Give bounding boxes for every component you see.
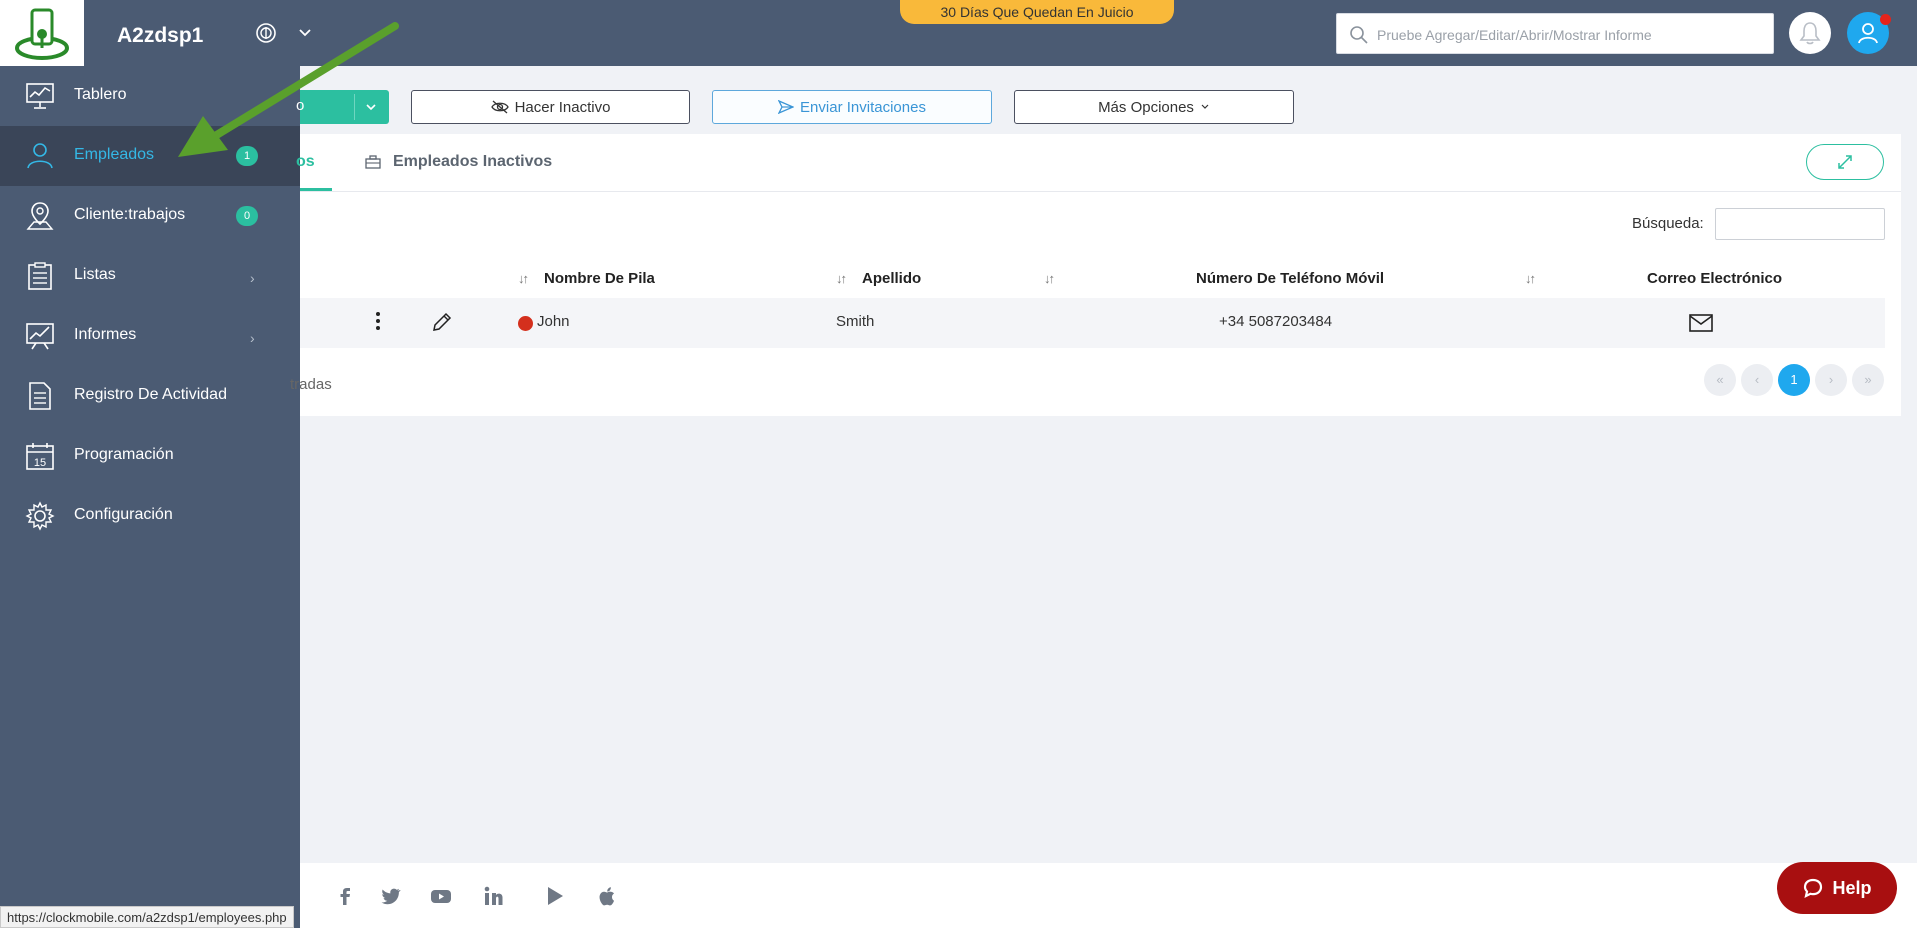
edit-icon[interactable]: [430, 310, 454, 334]
make-inactive-button[interactable]: Hacer Inactivo: [411, 90, 690, 124]
first-name-cell: John: [537, 313, 570, 330]
tab-divider: [300, 191, 1901, 192]
gear-icon: [25, 501, 55, 531]
more-options-label: Más Opciones: [1098, 98, 1194, 116]
apple-icon[interactable]: [597, 885, 619, 907]
sort-icon[interactable]: ↓↑: [1044, 271, 1055, 286]
search-icon: [1350, 26, 1368, 44]
sidebar-item-label: Registro De Actividad: [74, 386, 227, 403]
more-options-button[interactable]: Más Opciones: [1014, 90, 1294, 124]
sidebar-item-configuracion[interactable]: Configuración: [0, 486, 300, 546]
sidebar: Tablero Empleados 1 Cliente:trabajos 0 L…: [0, 66, 300, 928]
last-name-cell: Smith: [836, 313, 875, 330]
sidebar-item-listas[interactable]: Listas ›: [0, 246, 300, 306]
column-header-mobile[interactable]: Número De Teléfono Móvil: [1196, 270, 1384, 287]
chevron-down-icon[interactable]: [364, 100, 378, 114]
sidebar-item-label: Cliente:trabajos: [74, 206, 186, 223]
calendar-day: 15: [34, 457, 46, 469]
send-invitations-button[interactable]: Enviar Invitaciones: [712, 90, 992, 124]
play-store-icon[interactable]: [544, 885, 566, 907]
global-search[interactable]: [1336, 13, 1774, 54]
sidebar-item-label: Empleados: [74, 146, 155, 163]
mail-icon[interactable]: [1688, 313, 1714, 333]
send-invitations-label: Enviar Invitaciones: [800, 98, 926, 116]
chevron-down-icon: [1201, 104, 1209, 109]
youtube-icon[interactable]: [430, 885, 452, 907]
footer: [300, 863, 1917, 928]
pagination-last[interactable]: »: [1852, 364, 1884, 396]
table-search-label: Búsqueda:: [1632, 215, 1704, 232]
dashboard-icon: [26, 83, 54, 109]
eye-off-icon: [490, 100, 509, 114]
company-name[interactable]: A2zdsp1: [117, 24, 203, 48]
status-bar-url: https://clockmobile.com/a2zdsp1/employee…: [0, 906, 294, 928]
logo-icon: [15, 8, 69, 60]
sidebar-item-label: Listas: [74, 266, 116, 283]
map-pin-icon: [26, 202, 54, 230]
sort-icon[interactable]: ↓↑: [518, 271, 529, 286]
currency-icon[interactable]: [255, 22, 277, 44]
briefcase-icon: [365, 155, 381, 169]
pagination-prev[interactable]: ‹: [1741, 364, 1773, 396]
count-badge: 1: [236, 146, 258, 166]
employees-panel: os Empleados Inactivos Búsqueda: ↓↑ Nomb…: [290, 134, 1901, 416]
bell-icon: [1799, 22, 1821, 45]
add-button-label: o: [296, 97, 305, 114]
calendar-icon: 15: [26, 443, 54, 470]
entries-info: tradas: [290, 376, 332, 393]
chevron-down-icon[interactable]: [298, 26, 312, 40]
table-search-input[interactable]: [1715, 208, 1885, 240]
sidebar-item-label: Informes: [74, 326, 137, 343]
help-button[interactable]: Help: [1777, 862, 1897, 914]
column-header-last-name[interactable]: Apellido: [862, 270, 921, 287]
sidebar-item-tablero[interactable]: Tablero: [0, 66, 300, 126]
send-icon: [778, 100, 795, 114]
search-input[interactable]: [1375, 22, 1759, 48]
mobile-cell: +34 5087203484: [1219, 313, 1333, 330]
facebook-icon[interactable]: [334, 885, 356, 907]
count-badge: 0: [236, 206, 258, 226]
sidebar-item-empleados[interactable]: Empleados 1: [0, 126, 300, 186]
button-divider: [354, 94, 355, 120]
notification-dot: [1880, 14, 1891, 25]
sidebar-item-label: Configuración: [74, 506, 173, 523]
chat-icon: [1804, 878, 1823, 898]
tab-inactive-employees[interactable]: Empleados Inactivos: [393, 153, 552, 171]
twitter-icon[interactable]: [380, 885, 402, 907]
users-icon: [27, 143, 53, 169]
document-icon: [29, 382, 51, 410]
chart-icon: [26, 323, 54, 350]
row-menu-icon[interactable]: [375, 310, 381, 334]
chevron-right-icon: ›: [250, 330, 255, 346]
sort-icon[interactable]: ↓↑: [1525, 271, 1536, 286]
tab-active-employees[interactable]: os: [296, 153, 315, 171]
user-icon: [1858, 23, 1878, 44]
sidebar-item-cliente-trabajos[interactable]: Cliente:trabajos 0: [0, 186, 300, 246]
pagination-page-1[interactable]: 1: [1778, 364, 1810, 396]
pagination-next[interactable]: ›: [1815, 364, 1847, 396]
expand-button[interactable]: [1806, 144, 1884, 180]
trial-banner[interactable]: 30 Días Que Quedan En Juicio: [900, 0, 1174, 24]
expand-icon: [1838, 155, 1852, 169]
help-label: Help: [1832, 877, 1872, 898]
table-row[interactable]: John Smith +34 5087203484: [300, 298, 1885, 348]
status-indicator: [518, 316, 533, 331]
make-inactive-label: Hacer Inactivo: [514, 98, 611, 116]
chevron-right-icon: ›: [250, 270, 255, 286]
notifications-button[interactable]: [1789, 12, 1831, 54]
column-header-email[interactable]: Correo Electrónico: [1647, 270, 1782, 287]
sidebar-item-registro-de-actividad[interactable]: Registro De Actividad: [0, 366, 300, 426]
sidebar-item-programacion[interactable]: 15 Programación: [0, 426, 300, 486]
sidebar-item-label: Tablero: [74, 86, 127, 103]
pagination-first[interactable]: «: [1704, 364, 1736, 396]
sidebar-item-informes[interactable]: Informes ›: [0, 306, 300, 366]
sidebar-item-label: Programación: [74, 446, 174, 463]
logo[interactable]: [0, 0, 84, 66]
top-bar: A2zdsp1 30 Días Que Quedan En Juicio: [0, 0, 1917, 66]
add-employee-button[interactable]: o: [296, 90, 389, 124]
sort-icon[interactable]: ↓↑: [836, 271, 847, 286]
linkedin-icon[interactable]: [483, 885, 505, 907]
list-icon: [28, 262, 52, 290]
column-header-first-name[interactable]: Nombre De Pila: [544, 270, 655, 287]
